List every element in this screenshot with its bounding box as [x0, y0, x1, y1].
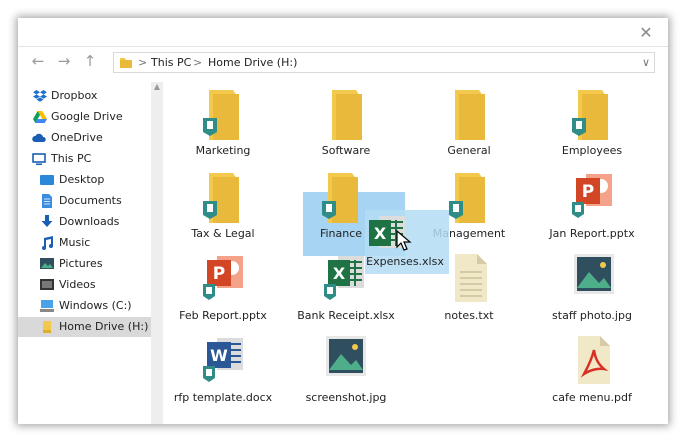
file-label: Marketing	[195, 144, 251, 157]
sidebar-item-this-pc[interactable]: This PC	[18, 149, 151, 169]
folder-icon	[332, 90, 362, 140]
documents-icon	[42, 194, 52, 208]
sidebar-item-music[interactable]: Music	[18, 233, 151, 253]
sidebar-item-label: Downloads	[59, 215, 120, 228]
sidebar-item-label: Google Drive	[51, 110, 123, 123]
pointer-cursor-icon	[396, 230, 412, 251]
file-label: General	[447, 144, 491, 157]
sidebar-item-label: OneDrive	[51, 131, 103, 144]
powerpoint-icon: P	[203, 256, 243, 300]
file-label: Bank Receipt.xlsx	[297, 309, 395, 322]
file-item-rfp-template[interactable]: W rfp template.docx	[163, 330, 283, 410]
close-icon[interactable]: ✕	[637, 24, 655, 42]
sidebar-item-downloads[interactable]: Downloads	[18, 212, 151, 232]
sidebar-scrollbar[interactable]: ▲	[151, 82, 163, 424]
address-bar[interactable]: > This PC > Home Drive (H:) ∨	[113, 52, 655, 73]
sidebar-item-pictures[interactable]: Pictures	[18, 254, 151, 274]
sidebar-item-videos[interactable]: Videos	[18, 275, 151, 295]
breadcrumb-this-pc[interactable]: This PC	[151, 53, 191, 72]
onedrive-icon	[32, 133, 46, 142]
word-icon: W	[203, 338, 243, 382]
text-file-icon	[455, 254, 487, 302]
file-label: screenshot.jpg	[305, 391, 387, 404]
folder-icon	[120, 58, 132, 68]
breadcrumb-home-drive[interactable]: Home Drive (H:)	[208, 53, 297, 72]
arrow-right-icon[interactable]: →	[55, 52, 73, 70]
pdf-icon	[578, 336, 610, 384]
videos-icon	[40, 279, 54, 290]
sidebar-item-label: Music	[59, 236, 91, 249]
svg-text:W: W	[210, 346, 228, 365]
navigation-pane: Dropbox Google Drive OneDrive This PC De…	[18, 82, 151, 424]
download-icon	[41, 215, 53, 227]
powerpoint-icon: P	[572, 174, 612, 218]
breadcrumb-separator: >	[193, 56, 203, 69]
file-item-cafe-menu[interactable]: cafe menu.pdf	[532, 330, 652, 410]
folder-icon	[322, 173, 358, 223]
file-item-screenshot[interactable]: screenshot.jpg	[286, 330, 406, 410]
sidebar-item-label: Dropbox	[51, 89, 98, 102]
sidebar-item-label: Windows (C:)	[59, 299, 132, 312]
sidebar-item-home-drive[interactable]: Home Drive (H:)	[18, 317, 151, 337]
google-drive-icon	[33, 111, 47, 123]
file-label: rfp template.docx	[173, 391, 273, 404]
folder-icon	[203, 173, 239, 223]
drag-label: Expenses.xlsx	[366, 255, 444, 268]
file-item-tax-legal[interactable]: Tax & Legal	[163, 166, 283, 246]
drag-preview: X Expenses.xlsx	[365, 210, 449, 274]
file-label: Feb Report.pptx	[179, 309, 267, 322]
file-label: Tax & Legal	[191, 227, 255, 240]
file-label: cafe menu.pdf	[552, 391, 632, 404]
arrow-up-icon[interactable]: ↑	[81, 52, 99, 70]
svg-text:P: P	[582, 182, 594, 202]
sidebar-item-label: Home Drive (H:)	[59, 320, 149, 333]
file-explorer-window: ✕ ← → ↑ > This PC > Home Drive (H:) ∨ Dr…	[18, 18, 668, 424]
titlebar-divider	[18, 46, 668, 47]
sidebar-item-label: Videos	[59, 278, 96, 291]
image-icon	[574, 254, 614, 294]
drive-icon	[43, 321, 51, 333]
file-item-general[interactable]: General	[409, 82, 529, 162]
sidebar-item-label: Documents	[59, 194, 122, 207]
sidebar-item-documents[interactable]: Documents	[18, 191, 151, 211]
file-item-jan-report[interactable]: P Jan Report.pptx	[532, 166, 652, 246]
file-item-software[interactable]: Software	[286, 82, 406, 162]
sidebar-item-label: Desktop	[59, 173, 105, 186]
sidebar-item-windows-c[interactable]: Windows (C:)	[18, 296, 151, 316]
chevron-down-icon[interactable]: ∨	[642, 53, 650, 72]
image-icon	[326, 336, 366, 376]
file-item-feb-report[interactable]: P Feb Report.pptx	[163, 248, 283, 328]
scroll-up-icon[interactable]: ▲	[151, 82, 163, 92]
folder-icon	[203, 90, 239, 140]
sidebar-item-onedrive[interactable]: OneDrive	[18, 128, 151, 148]
sidebar-item-desktop[interactable]: Desktop	[18, 170, 151, 190]
svg-text:X: X	[333, 264, 346, 283]
arrow-left-icon[interactable]: ←	[29, 52, 47, 70]
desktop-icon	[40, 175, 54, 185]
svg-text:X: X	[374, 224, 387, 243]
file-label: Jan Report.pptx	[549, 227, 635, 240]
windows-drive-icon	[40, 300, 54, 312]
folder-icon	[449, 173, 485, 223]
dropbox-icon	[33, 90, 47, 102]
sidebar-item-google-drive[interactable]: Google Drive	[18, 107, 151, 127]
computer-icon	[32, 153, 46, 165]
sidebar-item-dropbox[interactable]: Dropbox	[18, 86, 151, 106]
music-icon	[42, 236, 53, 250]
sidebar-item-label: This PC	[51, 152, 92, 165]
folder-icon	[572, 90, 608, 140]
file-label: staff photo.jpg	[552, 309, 632, 322]
svg-text:P: P	[213, 264, 225, 284]
file-item-staff-photo[interactable]: staff photo.jpg	[532, 248, 652, 328]
folder-icon	[455, 90, 485, 140]
file-item-employees[interactable]: Employees	[532, 82, 652, 162]
sidebar-item-label: Pictures	[59, 257, 103, 270]
file-item-marketing[interactable]: Marketing	[163, 82, 283, 162]
breadcrumb-separator: >	[138, 56, 148, 69]
pictures-icon	[40, 258, 54, 269]
file-label: Employees	[561, 144, 623, 157]
file-label: notes.txt	[444, 309, 494, 322]
file-label: Software	[321, 144, 371, 157]
